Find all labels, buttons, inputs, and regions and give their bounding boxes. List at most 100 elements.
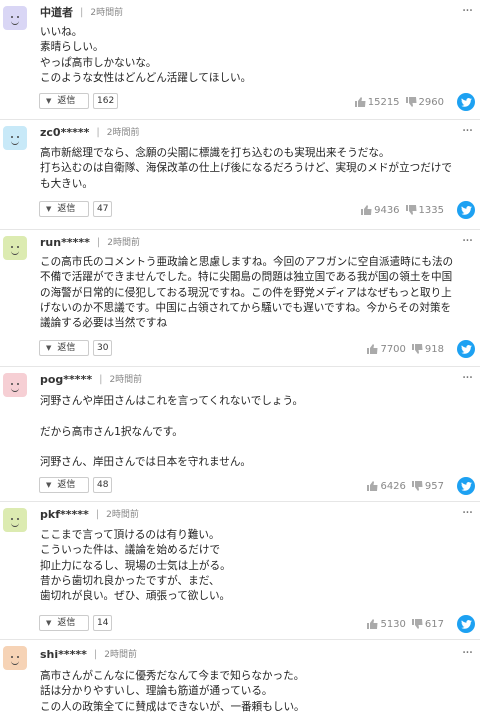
header-separator: |: [96, 237, 101, 248]
dislike-count: 2960: [418, 96, 444, 108]
like-button[interactable]: 7700: [367, 343, 406, 355]
like-button[interactable]: 5130: [367, 618, 406, 630]
comment-username[interactable]: shi*****: [40, 648, 87, 662]
reply-button-label: 返信: [57, 204, 76, 214]
twitter-icon: [460, 205, 472, 215]
thumbs-up-icon: [354, 97, 366, 107]
dislike-button[interactable]: 617: [411, 618, 444, 630]
reply-button-label: 返信: [57, 96, 76, 106]
thumbs-down-icon: [405, 97, 417, 107]
like-button[interactable]: 6426: [367, 480, 406, 492]
reply-count[interactable]: 14: [93, 615, 113, 631]
comment-body: いいね。 素晴らしい。 やっぱ高市しかないな。 このような女性はどんどん活躍して…: [40, 26, 252, 84]
more-options-icon[interactable]: ···: [460, 234, 474, 248]
face-avatar-icon[interactable]: [3, 126, 27, 150]
reply-count[interactable]: 30: [93, 340, 113, 356]
comment-time: 2時間前: [106, 510, 139, 520]
comment-item: shi***** | 2時間前 ··· 高市さんがこんなに優秀だなんて今まで知ら…: [0, 640, 480, 715]
reply-button[interactable]: ▼ 返信: [39, 201, 89, 217]
like-button[interactable]: 9436: [361, 204, 400, 216]
dislike-count: 617: [424, 618, 444, 630]
reply-button[interactable]: ▼ 返信: [39, 340, 89, 356]
face-avatar-icon[interactable]: [3, 373, 27, 397]
like-count: 9436: [374, 204, 400, 216]
dislike-count: 957: [424, 480, 444, 492]
reply-button[interactable]: ▼ 返信: [39, 615, 89, 631]
face-avatar-icon[interactable]: [3, 6, 27, 30]
comment-item: pog***** | 2時間前 ··· 河野さんや岸田さんはこれを言ってくれない…: [0, 367, 480, 502]
reply-count[interactable]: 162: [93, 93, 119, 109]
twitter-share-button[interactable]: [457, 201, 475, 219]
dislike-button[interactable]: 2960: [405, 96, 444, 108]
reply-button-label: 返信: [57, 480, 76, 490]
thumbs-down-icon: [411, 619, 423, 629]
reply-button-label: 返信: [57, 618, 76, 628]
like-count: 7700: [380, 343, 406, 355]
thumbs-up-icon: [367, 481, 378, 491]
comment-body: 高市さんがこんなに優秀だなんて今まで知らなかった。 話は分かりやすいし、理論も筋…: [40, 670, 305, 713]
reply-count[interactable]: 48: [93, 477, 113, 493]
comment-item: 中道者 | 2時間前 ··· いいね。 素晴らしい。 やっぱ高市しかないな。 こ…: [0, 0, 480, 120]
comment-time: 2時間前: [104, 650, 138, 660]
like-button[interactable]: 15215: [354, 96, 400, 108]
comment-item: zc0***** | 2時間前 ··· 高市新総理でなら、念願の尖閣に標識を打ち…: [0, 120, 480, 230]
more-options-icon[interactable]: ···: [460, 124, 474, 138]
dislike-button[interactable]: 1335: [405, 204, 444, 216]
header-separator: |: [95, 509, 100, 520]
reply-button-label: 返信: [57, 343, 76, 353]
comment-username[interactable]: run*****: [40, 236, 90, 250]
caret-down-icon: ▼: [46, 481, 52, 489]
thumbs-up-icon: [367, 619, 378, 629]
comment-body: 河野さんや岸田さんはこれを言ってくれないでしょう。 だから高市さん1択なんです。…: [40, 395, 304, 469]
comment-body: この高市氏のコメントう亜政論と思慮しますね。今回のアフガンに空自派遣時にも法の …: [40, 256, 454, 330]
comment-body: ここまで言って頂けるのは有り難い。 こういった件は、議論を始めるだけで 抑止力に…: [40, 529, 231, 603]
comment-username[interactable]: pog*****: [40, 373, 92, 387]
dislike-count: 1335: [418, 204, 444, 216]
reply-count[interactable]: 47: [93, 201, 113, 217]
reply-button[interactable]: ▼ 返信: [39, 477, 89, 493]
face-avatar-icon[interactable]: [3, 646, 27, 670]
like-count: 5130: [380, 618, 406, 630]
face-avatar-icon[interactable]: [3, 236, 27, 260]
twitter-icon: [460, 481, 472, 491]
thumbs-down-icon: [411, 481, 423, 491]
more-options-icon[interactable]: ···: [460, 506, 474, 520]
twitter-icon: [460, 97, 472, 107]
comment-username[interactable]: pkf*****: [40, 508, 89, 522]
comment-item: pkf***** | 2時間前 ··· ここまで言って頂けるのは有り難い。 こう…: [0, 502, 480, 640]
twitter-share-button[interactable]: [457, 340, 475, 358]
more-options-icon[interactable]: ···: [460, 4, 474, 18]
caret-down-icon: ▼: [46, 97, 52, 105]
comment-time: 2時間前: [109, 375, 143, 385]
header-separator: |: [93, 649, 98, 660]
twitter-icon: [460, 344, 472, 354]
vote-bar: 9436 1335: [355, 203, 444, 217]
more-options-icon[interactable]: ···: [460, 646, 474, 660]
vote-bar: 15215 2960: [349, 95, 444, 109]
twitter-share-button[interactable]: [457, 615, 475, 633]
thumbs-up-icon: [361, 205, 372, 215]
comment-time: 2時間前: [90, 8, 124, 18]
header-separator: |: [96, 127, 100, 138]
face-avatar-icon[interactable]: [3, 508, 27, 532]
comment-time: 2時間前: [106, 128, 140, 138]
dislike-button[interactable]: 918: [411, 343, 444, 355]
twitter-share-button[interactable]: [457, 93, 475, 111]
twitter-share-button[interactable]: [457, 477, 475, 495]
reply-button[interactable]: ▼ 返信: [39, 93, 89, 109]
comment-body: 高市新総理でなら、念願の尖閣に標識を打ち込むのも実現出来そうだな。 打ち込むのは…: [40, 147, 452, 190]
comment-username[interactable]: zc0*****: [40, 126, 89, 140]
more-options-icon[interactable]: ···: [460, 371, 474, 385]
vote-bar: 7700 918: [361, 342, 444, 356]
like-count: 6426: [380, 480, 406, 492]
like-count: 15215: [367, 96, 400, 108]
vote-bar: 5130 617: [361, 617, 444, 631]
dislike-button[interactable]: 957: [411, 480, 444, 492]
header-separator: |: [80, 7, 84, 18]
caret-down-icon: ▼: [46, 344, 52, 352]
comment-username[interactable]: 中道者: [40, 6, 73, 20]
caret-down-icon: ▼: [46, 205, 52, 213]
twitter-icon: [460, 619, 472, 629]
thumbs-down-icon: [405, 205, 417, 215]
dislike-count: 918: [424, 343, 444, 355]
